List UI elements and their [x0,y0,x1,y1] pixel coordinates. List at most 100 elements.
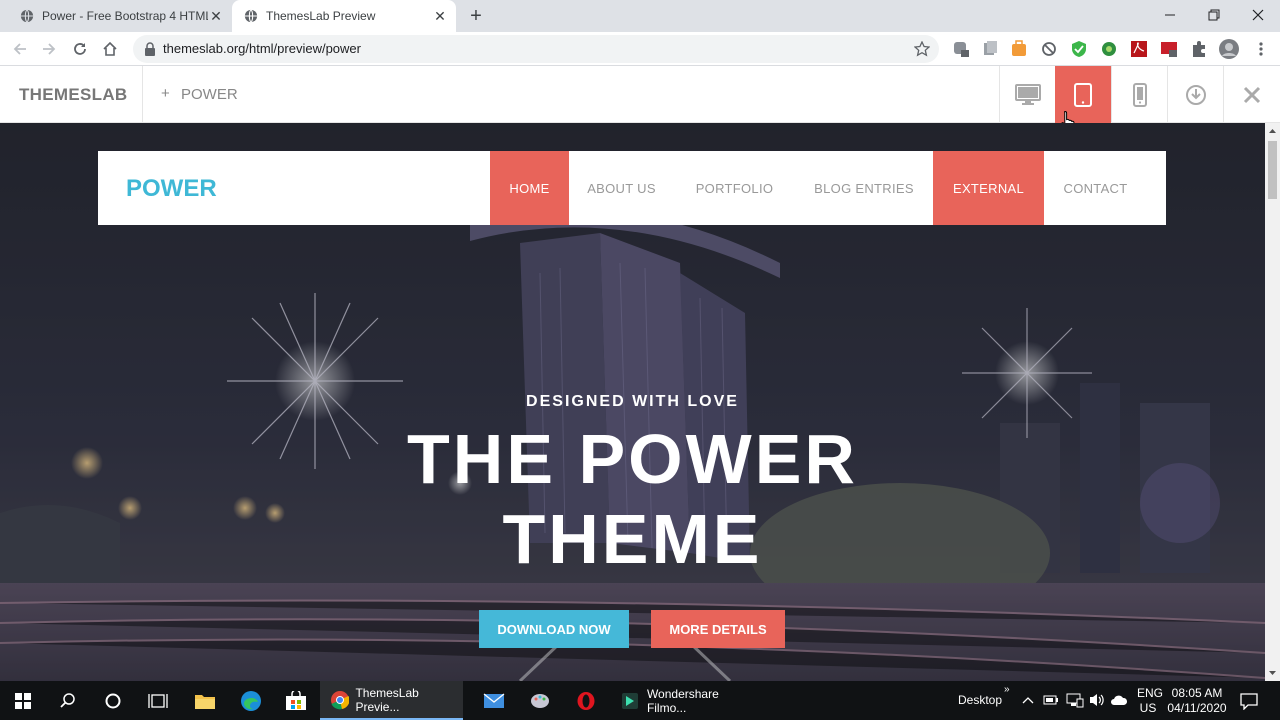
minimize-icon [1165,14,1175,16]
taskbar-app-button[interactable] [517,681,562,720]
pdf-icon[interactable] [1130,40,1148,58]
taskbar-chrome-app[interactable]: ThemesLab Previe... [320,681,463,720]
close-tab-icon[interactable]: ✕ [432,8,448,24]
system-clock[interactable]: 08:05 AM 04/11/2020 [1164,686,1230,716]
edge-icon [240,690,261,711]
extension-icon[interactable] [1010,40,1028,58]
menu-dots-icon[interactable] [1252,40,1270,58]
reload-icon [74,43,86,55]
notification-icon[interactable] [1240,692,1258,710]
nav-contact[interactable]: CONTACT [1044,151,1147,225]
plus-icon: + [161,85,170,102]
nav-portfolio[interactable]: PORTFOLIO [674,151,795,225]
close-preview-button[interactable] [1223,66,1279,123]
globe-icon [20,9,34,23]
extension-icon[interactable] [952,40,970,58]
volume-icon[interactable] [1088,692,1106,708]
extension-icon[interactable] [1160,40,1178,58]
divider [142,66,143,123]
scroll-down-icon[interactable] [1268,669,1277,677]
site-logo[interactable]: POWER [126,175,217,203]
nav-about-us[interactable]: ABOUT US [569,151,674,225]
block-icon[interactable] [1040,40,1058,58]
restore-icon [1208,9,1220,21]
clock-date: 04/11/2020 [1167,701,1227,715]
tab-title: ThemesLab Preview [266,9,376,23]
desktop-toolbar-label[interactable]: Desktop [958,693,1002,707]
back-button[interactable] [9,38,31,60]
hero-title-line: THEME [502,500,763,578]
filmora-icon [622,692,638,709]
opera-icon [577,691,594,710]
start-button[interactable] [0,681,45,720]
tab-power-bootstrap[interactable]: Power - Free Bootstrap 4 HTML5 ✕ [8,0,232,32]
home-icon [103,41,117,56]
site-preview-frame: POWER HOME ABOUT US PORTFOLIO BLOG ENTRI… [0,123,1265,681]
download-now-button[interactable]: DOWNLOAD NOW [479,610,629,648]
task-view-icon [147,693,168,708]
home-button[interactable] [99,38,121,60]
reload-button[interactable] [69,38,91,60]
minimize-button[interactable] [1148,0,1192,30]
forward-button[interactable] [38,38,60,60]
battery-icon[interactable] [1043,693,1059,707]
windows-taskbar: ThemesLab Previe... Wondershare Filmo...… [0,681,1280,720]
browser-tab-strip: Power - Free Bootstrap 4 HTML5 ✕ ThemesL… [0,0,1280,32]
cortana-button[interactable] [90,681,135,720]
globe-icon [244,9,258,23]
chrome-icon [331,690,350,709]
nav-home[interactable]: HOME [490,151,569,225]
network-icon[interactable] [1066,692,1084,708]
profile-avatar[interactable] [1219,39,1239,59]
extension-icon[interactable] [981,40,999,58]
close-tab-icon[interactable]: ✕ [208,8,224,24]
chevron-double-right-icon[interactable]: » [1004,684,1010,695]
browser-toolbar: themeslab.org/html/preview/power [0,32,1280,66]
search-button[interactable] [45,681,90,720]
chevron-up-icon[interactable] [1022,695,1034,705]
hero-subtitle: DESIGNED WITH LOVE [526,393,739,410]
paint-icon [530,693,549,708]
taskbar-app-label: Wondershare Filmo... [646,686,719,715]
download-circle-icon [1185,84,1206,105]
store-button[interactable] [273,681,318,720]
more-details-button[interactable]: MORE DETAILS [651,610,785,648]
taskbar-app-label: ThemesLab Previe... [355,685,419,714]
hero-title: THE POWER THEME [0,419,1265,579]
tab-title: Power - Free Bootstrap 4 HTML5 [42,9,208,23]
opera-button[interactable] [563,681,608,720]
mobile-view-button[interactable] [1111,66,1167,123]
task-view-button[interactable] [135,681,180,720]
edge-button[interactable] [228,681,273,720]
scrollbar-thumb[interactable] [1268,141,1277,199]
extension-icon[interactable] [1100,40,1118,58]
page-scrollbar[interactable] [1265,123,1280,681]
onedrive-cloud-icon[interactable] [1110,693,1128,707]
theme-name[interactable]: POWER [181,86,238,103]
mail-button[interactable] [471,681,516,720]
puzzle-icon[interactable] [1190,40,1208,58]
address-bar[interactable]: themeslab.org/html/preview/power [133,35,939,63]
restore-button[interactable] [1192,0,1236,30]
folder-icon [194,694,215,709]
search-icon [59,692,75,708]
nav-blog-entries[interactable]: BLOG ENTRIES [795,151,933,225]
windows-logo-icon [14,692,31,709]
desktop-view-button[interactable] [999,66,1055,123]
taskbar-filmora-app[interactable]: Wondershare Filmo... [611,681,761,720]
file-explorer-button[interactable] [182,681,227,720]
nav-external[interactable]: EXTERNAL [933,151,1044,225]
input-language[interactable]: ENG US [1137,686,1163,716]
shield-icon[interactable] [1070,40,1088,58]
close-window-button[interactable] [1236,0,1280,30]
tablet-icon [1074,82,1092,107]
clock-time: 08:05 AM [1171,686,1223,700]
download-theme-button[interactable] [1167,66,1223,123]
themeslab-logo[interactable]: THEMESLAB [19,85,127,105]
scroll-up-icon[interactable] [1268,127,1277,135]
new-tab-button[interactable]: + [466,6,486,26]
tab-themeslab-preview[interactable]: ThemesLab Preview ✕ [232,0,456,32]
cortana-circle-icon [105,693,120,708]
star-icon[interactable] [914,41,930,57]
url-text: themeslab.org/html/preview/power [163,41,361,56]
